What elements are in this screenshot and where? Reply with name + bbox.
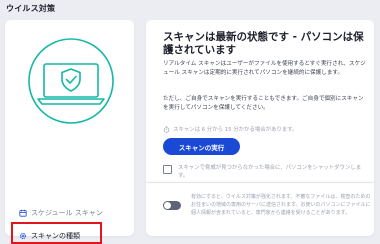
shutdown-option: スキャンで脅威が見つからなかった場合に、パソコンをシャットダウンします。 — [163, 164, 368, 181]
cloud-analysis-toggle[interactable] — [163, 201, 181, 210]
manual-scan-description: ただし、ご自身でスキャンを実行することもできます。ご自身で個別にスキャンを実行し… — [163, 96, 364, 111]
laptop-shield-illustration — [28, 38, 114, 124]
scan-duration-hint: スキャンは 6 分から 15 分かかる場合があります。 — [163, 125, 297, 133]
run-scan-button[interactable]: スキャンの実行 — [163, 138, 240, 155]
toggle-knob — [164, 202, 171, 209]
left-panel: スケジュール スキャン スキャンの種類 — [5, 20, 134, 244]
calendar-icon — [19, 209, 27, 217]
highlight-box — [11, 222, 102, 244]
shutdown-checkbox[interactable] — [163, 165, 172, 174]
divider — [146, 182, 374, 183]
shutdown-checkbox-label: スキャンで脅威が見つからなかった場合に、パソコンをシャットダウンします。 — [178, 165, 362, 180]
menu-item-schedule-scan[interactable]: スケジュール スキャン — [19, 208, 103, 218]
timer-icon — [163, 126, 170, 133]
status-panel: スキャンは最新の状態です - パソコンは保護されています リアルタイム スキャン… — [146, 20, 374, 236]
scan-duration-hint-text: スキャンは 6 分から 15 分かかる場合があります。 — [173, 127, 298, 133]
cloud-analysis-description: 有効にすると、ウイルス対策が強化されます。不審なファイルは、検査のためのお住まい… — [191, 194, 371, 216]
page-title: ウイルス対策 — [6, 4, 56, 13]
realtime-scan-description: リアルタイム スキャンはユーザーがファイルを使用するとすぐ実行され、スケジュール… — [163, 61, 366, 76]
status-heading: スキャンは最新の状態です - パソコンは保護されています — [163, 31, 364, 56]
menu-item-schedule-label: スケジュール スキャン — [31, 209, 103, 217]
